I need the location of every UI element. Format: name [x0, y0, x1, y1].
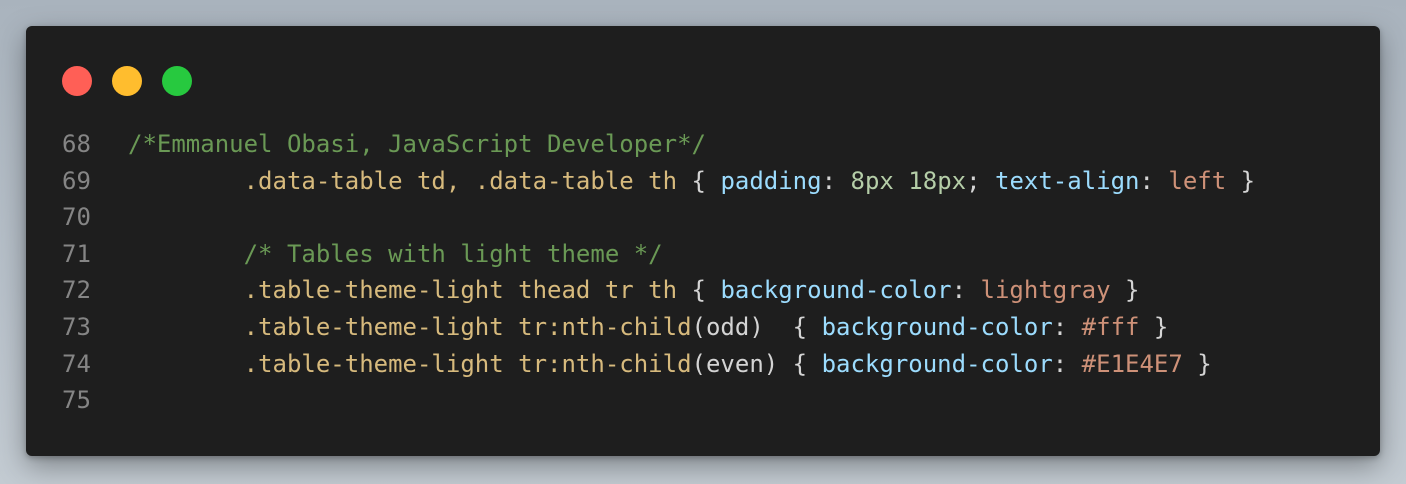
code-text: .data-table td, .data-table th { padding…: [128, 163, 1256, 200]
code-line: 74 .table-theme-light tr:nth-child(even)…: [26, 346, 1380, 383]
code-token-prop: padding: [720, 166, 822, 195]
code-token-punc: (even) {: [691, 349, 822, 378]
code-token-sel: .table-theme-light tr:nth-child: [243, 312, 692, 341]
code-token-punc: {: [677, 166, 721, 195]
code-token-comment: /*Emmanuel Obasi, JavaScript Developer*/: [128, 130, 706, 158]
code-token-punc: }: [1226, 166, 1256, 195]
code-text: /*Emmanuel Obasi, JavaScript Developer*/: [128, 126, 706, 163]
code-token-punc: [128, 313, 244, 341]
code-token-prop: text-align: [995, 166, 1140, 195]
maximize-button[interactable]: [162, 66, 192, 96]
code-line: 72 .table-theme-light thead tr th { back…: [26, 272, 1380, 309]
line-number: 68: [62, 130, 91, 158]
code-token-comment: /* Tables with light theme */: [243, 239, 663, 268]
code-line: 73 .table-theme-light tr:nth-child(odd) …: [26, 309, 1380, 346]
code-token-punc: {: [677, 276, 721, 305]
minimize-button[interactable]: [112, 66, 142, 96]
code-token-punc: :: [1052, 349, 1082, 378]
code-token-punc: [128, 167, 244, 195]
code-token-prop: background-color: [821, 349, 1053, 378]
code-token-punc: (odd) {: [691, 312, 822, 341]
code-text: .table-theme-light tr:nth-child(odd) { b…: [128, 309, 1169, 346]
code-token-punc: :: [1052, 312, 1082, 341]
code-text: .table-theme-light thead tr th { backgro…: [128, 272, 1140, 309]
code-text: /* Tables with light theme */: [128, 236, 663, 273]
code-token-punc: [128, 240, 244, 268]
code-token-val: #fff: [1081, 312, 1140, 341]
code-token-val: #E1E4E7: [1081, 349, 1183, 378]
line-number: 74: [62, 349, 91, 378]
code-line: 68 /*Emmanuel Obasi, JavaScript Developer…: [26, 126, 1380, 163]
code-token-punc: }: [1182, 349, 1212, 378]
code-token-punc: :: [951, 276, 981, 305]
code-token-num: 8px 18px: [850, 166, 967, 195]
code-line: 69 .data-table td, .data-table th { padd…: [26, 163, 1380, 200]
line-number: 72: [62, 276, 91, 305]
line-number: 71: [62, 239, 91, 268]
code-token-prop: background-color: [720, 276, 952, 305]
code-token-sel: .table-theme-light thead tr th: [243, 276, 678, 305]
code-token-punc: [128, 350, 244, 378]
close-button[interactable]: [62, 66, 92, 96]
code-token-punc: [128, 276, 244, 304]
code-line: 75: [26, 382, 1380, 419]
code-token-punc: ;: [966, 166, 995, 195]
code-window: 68 /*Emmanuel Obasi, JavaScript Developer…: [26, 26, 1380, 456]
code-token-prop: background-color: [821, 312, 1053, 341]
line-number: 75: [62, 386, 91, 415]
line-number: 73: [62, 312, 91, 341]
code-block[interactable]: 68 /*Emmanuel Obasi, JavaScript Developer…: [26, 126, 1380, 419]
line-number: 70: [62, 203, 91, 232]
code-token-punc: }: [1139, 312, 1169, 341]
code-token-sel: .table-theme-light tr:nth-child: [243, 349, 692, 378]
line-number: 69: [62, 166, 91, 195]
code-line: 70: [26, 199, 1380, 236]
code-line: 71 /* Tables with light theme */: [26, 236, 1380, 273]
code-token-punc: }: [1110, 276, 1140, 305]
code-token-punc: :: [821, 166, 851, 195]
code-text: .table-theme-light tr:nth-child(even) { …: [128, 346, 1212, 383]
code-token-val: left: [1168, 166, 1227, 195]
code-token-punc: :: [1139, 166, 1169, 195]
code-token-sel: .data-table td, .data-table th: [243, 166, 678, 195]
code-token-val: lightgray: [980, 276, 1111, 305]
